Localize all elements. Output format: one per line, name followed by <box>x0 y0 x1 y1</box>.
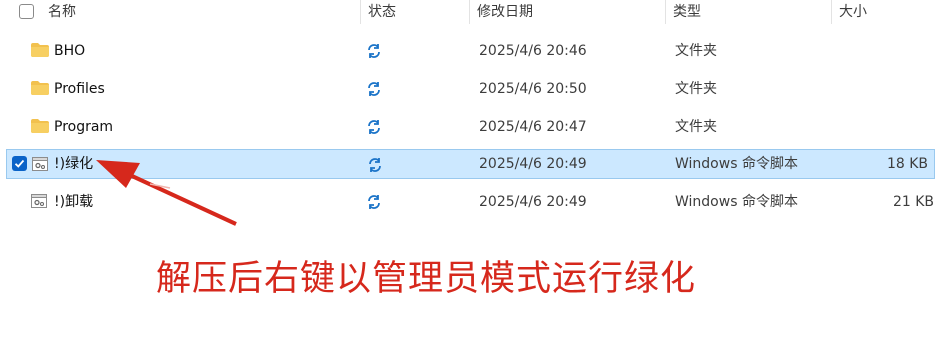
instruction-annotation: 解压后右键以管理员模式运行绿化 <box>156 259 697 299</box>
